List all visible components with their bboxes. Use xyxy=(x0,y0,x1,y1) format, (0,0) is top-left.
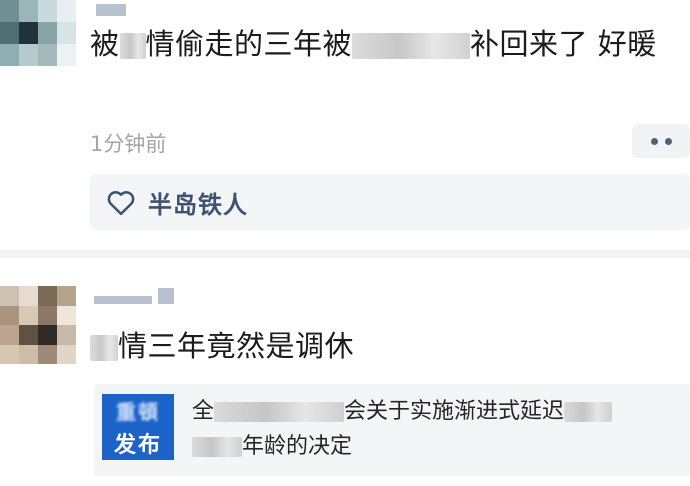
avatar[interactable] xyxy=(0,0,76,66)
link-thumbnail: 重頓 发布 xyxy=(102,394,174,460)
timestamp: 1分钟前 xyxy=(90,132,167,156)
link-title: 全会关于实施渐进式延迟 年龄的决定 xyxy=(192,394,672,464)
liker-name[interactable]: 半岛铁人 xyxy=(148,185,248,220)
redacted-text xyxy=(192,437,242,458)
comment-text: 被情偷走的三年被 补回来了 好暖 xyxy=(90,27,657,61)
more-icon xyxy=(650,137,658,145)
comment-text: 情三年竟然是调休 xyxy=(90,324,670,369)
shared-link-card[interactable]: 重頓 发布 全会关于实施渐进式延迟 年龄的决定 xyxy=(94,384,690,476)
username-blurred[interactable] xyxy=(96,0,126,16)
more-button[interactable] xyxy=(632,124,690,158)
likes-card[interactable]: 半岛铁人 xyxy=(90,174,690,230)
redacted-text xyxy=(352,33,471,59)
avatar[interactable] xyxy=(0,286,76,364)
heart-icon[interactable] xyxy=(106,188,136,216)
redacted-text xyxy=(119,33,146,59)
redacted-text xyxy=(90,335,118,361)
redacted-text xyxy=(214,402,345,422)
divider xyxy=(0,250,690,258)
redacted-text xyxy=(564,402,613,422)
username-blurred[interactable] xyxy=(94,288,174,304)
